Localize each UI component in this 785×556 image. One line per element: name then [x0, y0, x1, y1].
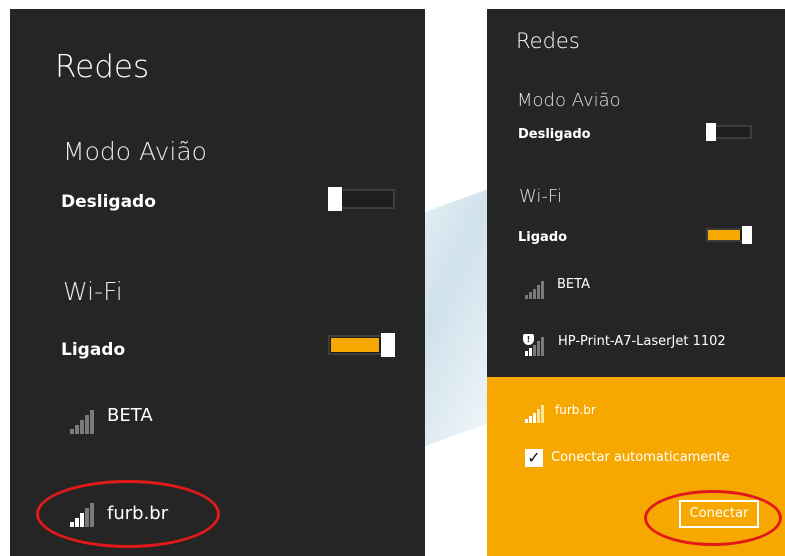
networks-panel-right: Redes Modo Avião Desligado Wi-Fi Ligado …	[487, 9, 785, 556]
wifi-heading: Wi-Fi	[63, 277, 123, 306]
toggle-fill	[708, 230, 740, 240]
wifi-signal-icon	[70, 410, 94, 434]
network-name: BETA	[557, 277, 590, 292]
network-name: HP-Print-A7-LaserJet 1102	[558, 334, 726, 349]
highlight-ellipse-furb	[36, 480, 220, 548]
wifi-heading: Wi-Fi	[519, 186, 562, 207]
wifi-state: Ligado	[518, 230, 568, 245]
airplane-mode-state: Desligado	[518, 127, 591, 142]
highlight-ellipse-connect	[644, 490, 782, 546]
networks-panel-left: Redes Modo Avião Desligado Wi-Fi Ligado …	[10, 9, 425, 556]
panel-title: Redes	[55, 49, 150, 85]
network-name: furb.br	[555, 403, 596, 417]
wifi-state: Ligado	[61, 340, 126, 360]
airplane-mode-state: Desligado	[61, 192, 156, 212]
airplane-mode-toggle[interactable]	[328, 187, 395, 211]
auto-connect-checkbox[interactable]: ✓	[525, 449, 543, 467]
auto-connect-label: Conectar automaticamente	[551, 450, 730, 465]
wifi-signal-icon	[525, 281, 544, 299]
panel-title: Redes	[516, 29, 580, 53]
secured-wifi-signal-icon: !	[523, 334, 545, 356]
shield-icon: !	[523, 334, 534, 345]
wifi-toggle[interactable]	[328, 333, 395, 357]
airplane-mode-toggle[interactable]	[706, 123, 752, 141]
wifi-toggle[interactable]	[706, 226, 752, 244]
network-name: BETA	[107, 405, 153, 426]
toggle-fill	[331, 338, 379, 352]
toggle-thumb	[328, 187, 342, 211]
wifi-signal-icon	[525, 405, 544, 423]
airplane-mode-heading: Modo Avião	[63, 137, 207, 166]
airplane-mode-heading: Modo Avião	[517, 90, 621, 111]
toggle-thumb	[742, 226, 752, 244]
toggle-thumb	[706, 123, 716, 141]
toggle-thumb	[381, 333, 395, 357]
